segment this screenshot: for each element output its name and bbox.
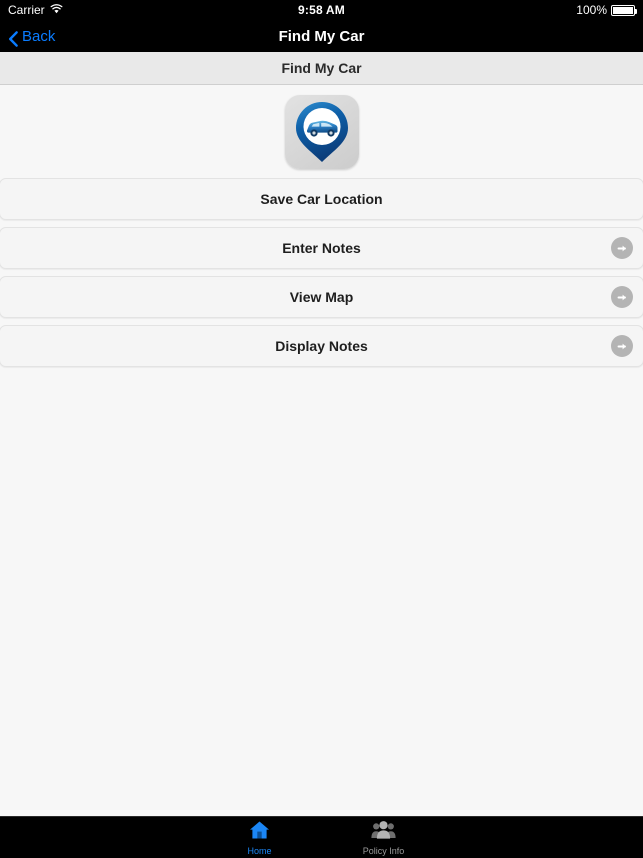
arrow-right-circle-icon[interactable] [611,237,633,259]
status-bar-time: 9:58 AM [298,3,345,17]
row-enter-notes[interactable]: Enter Notes [0,227,643,269]
section-header: Find My Car [0,52,643,85]
action-row-list: Save Car Location Enter Notes View Map D… [0,178,643,367]
app-logo-container [0,85,643,178]
tab-policy-info[interactable]: Policy Info [346,820,422,856]
back-button-label: Back [22,27,56,45]
chevron-left-icon [8,30,19,47]
map-pin-with-car-icon [295,101,348,162]
arrow-right-circle-icon[interactable] [611,335,633,357]
row-view-map[interactable]: View Map [0,276,643,318]
main-content: Save Car Location Enter Notes View Map D… [0,85,643,816]
tab-bar: Home Policy Info [0,816,643,858]
home-icon [249,820,270,845]
status-bar-right: 100% [576,3,637,17]
page-title: Find My Car [278,27,365,45]
row-label: Enter Notes [282,240,361,256]
row-display-notes[interactable]: Display Notes [0,325,643,367]
row-label: View Map [289,289,354,305]
section-header-label: Find My Car [281,60,362,76]
navigation-bar: Back Find My Car [0,20,643,52]
row-label: Save Car Location [260,191,383,207]
back-button[interactable]: Back [0,27,56,47]
status-bar: Carrier 9:58 AM 100% [0,0,643,20]
content-empty-area [0,367,643,816]
tab-label: Policy Info [362,845,405,856]
row-label: Display Notes [275,338,368,354]
battery-percent-label: 100% [576,3,607,17]
arrow-right-circle-icon[interactable] [611,286,633,308]
app-screen: Carrier 9:58 AM 100% Back Find My Car Fi… [0,0,643,858]
people-group-icon [371,820,396,845]
battery-full-icon [611,4,637,16]
tab-label: Home [247,845,272,856]
tab-home[interactable]: Home [222,820,298,856]
row-save-car-location[interactable]: Save Car Location [0,178,643,220]
find-my-car-app-icon [284,94,359,169]
